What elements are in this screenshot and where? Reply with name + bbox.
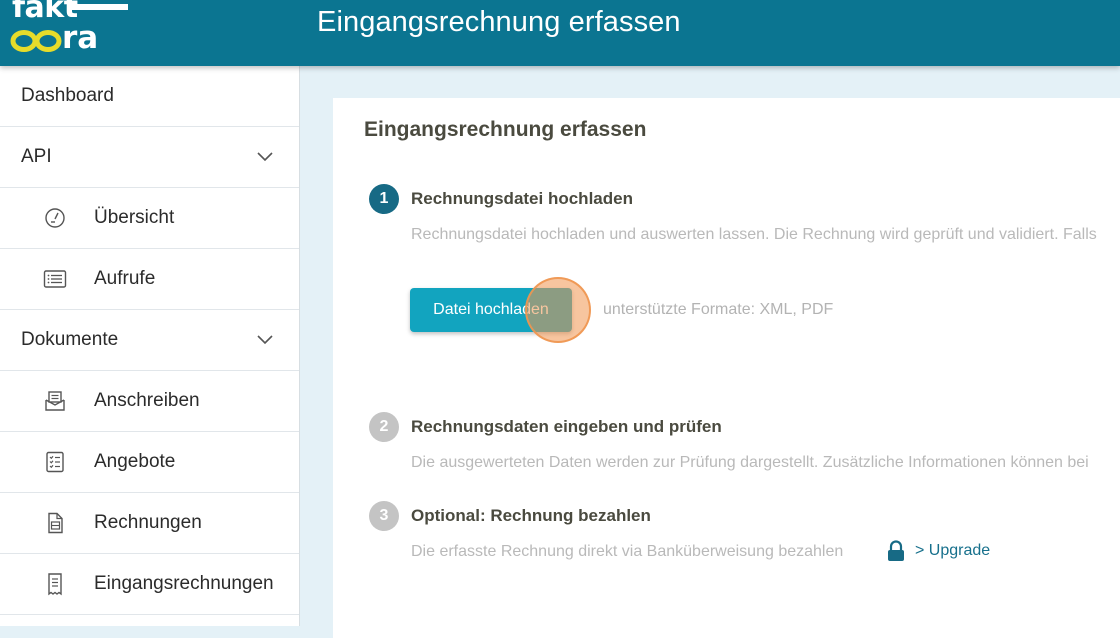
upload-file-button[interactable]: Datei hochladen [410, 288, 572, 332]
step-3-number: 3 [369, 501, 399, 531]
lock-icon [888, 540, 904, 561]
sidebar-item-label: Dashboard [21, 85, 114, 106]
sidebar-item-label: Aufrufe [94, 268, 156, 289]
sidebar-item-label: Eingangsrechnungen [94, 573, 274, 594]
step-1-description: Rechnungsdatei hochladen und auswerten l… [411, 226, 1097, 243]
step-2-number: 2 [369, 412, 399, 442]
letter-icon [45, 391, 65, 411]
app-header: fakt ra Eingangsrechnung erfassen [0, 0, 1120, 66]
logo-text-bottom: ra [62, 20, 99, 56]
sidebar-item-label: Dokumente [21, 329, 119, 350]
logo-rings-icon [10, 30, 62, 52]
sidebar-item-rechnungen[interactable]: Rechnungen [0, 493, 299, 554]
step-3-description: Die erfasste Rechnung direkt via Bankübe… [411, 543, 844, 560]
sidebar-item-api[interactable]: API [0, 127, 299, 188]
sidebar-item-anschreiben[interactable]: Anschreiben [0, 371, 299, 432]
chevron-down-icon[interactable] [257, 335, 273, 345]
faktura-logo[interactable]: fakt ra [10, 0, 128, 58]
step-1-number: 1 [369, 184, 399, 214]
sidebar-item-dokumente[interactable]: Dokumente [0, 310, 299, 371]
sidebar-item-label: Angebote [94, 451, 176, 472]
logo-bar [72, 4, 128, 10]
receipt-icon [48, 573, 62, 596]
sidebar-item-angebote[interactable]: Angebote [0, 432, 299, 493]
sidebar-item-label: API [21, 146, 52, 167]
step-1-title: Rechnungsdatei hochladen [411, 189, 633, 208]
supported-formats-hint: unterstützte Formate: XML, PDF [603, 301, 834, 318]
gauge-icon [45, 208, 65, 228]
checklist-icon [46, 451, 64, 473]
sidebar-item-aufrufe[interactable]: Aufrufe [0, 249, 299, 310]
sidebar-item-uebersicht[interactable]: Übersicht [0, 188, 299, 249]
chevron-down-icon[interactable] [257, 152, 273, 162]
logo-bottom: ra [10, 20, 120, 56]
sidebar-item-label: Übersicht [94, 207, 175, 228]
content-card: Eingangsrechnung erfassen 1 Rechnungsdat… [333, 98, 1120, 638]
sidebar-item-eingangsrechnungen[interactable]: Eingangsrechnungen [0, 554, 299, 615]
document-icon [48, 512, 63, 534]
sidebar-item-label: Rechnungen [94, 512, 202, 533]
sidebar-nav: Dashboard API Übersicht Aufrufe Dokument… [0, 66, 300, 626]
sidebar-item-dashboard[interactable]: Dashboard [0, 66, 299, 127]
header-title: Eingangsrechnung erfassen [317, 6, 681, 38]
step-2-description: Die ausgewerteten Daten werden zur Prüfu… [411, 454, 1089, 471]
upgrade-link[interactable]: > Upgrade [915, 542, 990, 560]
sidebar-item-label: Anschreiben [94, 390, 200, 411]
step-2-title: Rechnungsdaten eingeben und prüfen [411, 417, 722, 436]
list-icon [43, 270, 67, 288]
page-title: Eingangsrechnung erfassen [364, 118, 647, 141]
step-3-title: Optional: Rechnung bezahlen [411, 506, 651, 525]
